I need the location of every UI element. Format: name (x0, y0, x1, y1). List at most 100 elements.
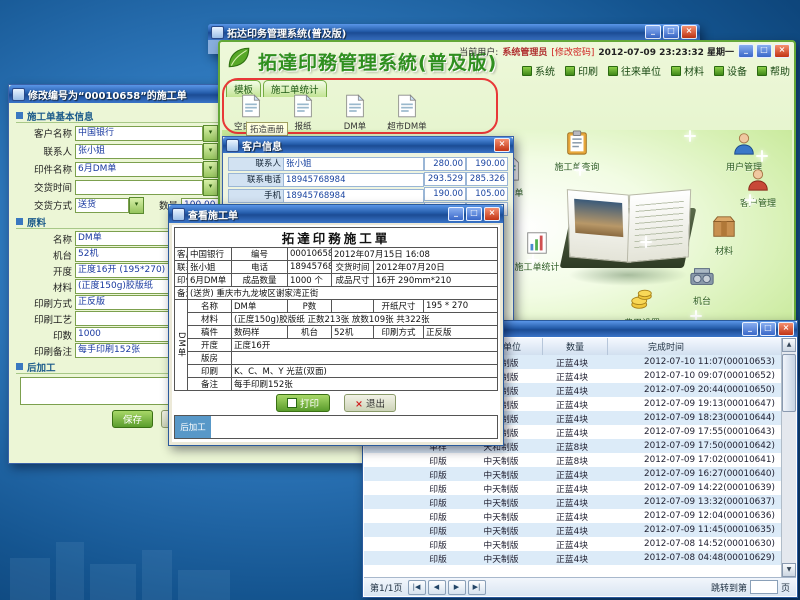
menu-item[interactable]: 帮助 (757, 63, 790, 78)
field-input[interactable]: 张小姐 (75, 144, 203, 159)
dropdown-icon[interactable]: ▾ (203, 143, 218, 160)
menu-item[interactable]: 系统 (522, 63, 555, 78)
field-input[interactable]: 6月DM单 (75, 162, 203, 177)
dropdown-icon[interactable]: ▾ (203, 125, 218, 142)
doc-value: 195 * 270 (424, 300, 498, 313)
maximize-button[interactable]: □ (663, 25, 679, 39)
paper-size-value: 190.00 (424, 187, 466, 201)
column-header[interactable]: 完成时间 (608, 338, 782, 355)
toolbar-item[interactable]: DM单 (332, 94, 378, 132)
cell: 印版 (414, 551, 462, 565)
field-input[interactable]: 18945768984 (284, 173, 424, 187)
desktop-icon[interactable]: 施工单查询 (547, 130, 607, 173)
scrollbar-thumb[interactable] (782, 354, 796, 412)
field-input[interactable]: 张小姐 (284, 157, 424, 171)
table-row[interactable]: 印版中天制版正蓝4块2012-07-09 16:27(00010640) (364, 467, 782, 481)
next-page-button[interactable]: ▶ (448, 580, 466, 595)
menu-label: 设备 (727, 63, 747, 78)
desktop-icon[interactable]: 客户管理 (728, 166, 788, 209)
table-row[interactable]: 印版中天制版正蓝4块2012-07-08 14:52(00010630) (364, 537, 782, 551)
close-button[interactable]: × (494, 138, 510, 152)
minimize-button[interactable]: _ (742, 322, 758, 336)
scroll-down-icon[interactable]: ▼ (782, 563, 796, 577)
toolbar-tooltip: 拓造画册 (246, 122, 288, 136)
doc-value: 1000 个 (288, 274, 332, 287)
toolbar-item[interactable]: 超市DM单 (384, 94, 430, 132)
prev-page-button[interactable]: ◀ (428, 580, 446, 595)
menu-item[interactable]: 材料 (671, 63, 704, 78)
minimize-button[interactable]: _ (645, 25, 661, 39)
chart-icon (507, 230, 567, 260)
cell: 2012-07-09 12:04(00010636) (604, 509, 782, 523)
scroll-up-icon[interactable]: ▲ (782, 338, 796, 352)
titlebar[interactable]: 客户信息 × (223, 137, 513, 153)
close-button[interactable]: × (681, 25, 697, 39)
menu-item[interactable]: 设备 (714, 63, 747, 78)
workorder-table: 拓達印務施工單 客户中国银行编号000106582012年07月15日 16:0… (174, 227, 498, 391)
table-row[interactable]: 印版中天制版正蓝4块2012-07-09 11:45(00010635) (364, 523, 782, 537)
jump-page-input[interactable] (750, 580, 778, 594)
cell: 2012-07-09 19:13(00010647) (604, 397, 782, 411)
close-button[interactable]: × (774, 44, 790, 58)
field-label: 材料 (16, 280, 75, 294)
table-row[interactable]: 印版中天制版正蓝4块2012-07-09 12:04(00010636) (364, 509, 782, 523)
first-page-button[interactable]: |◀ (408, 580, 426, 595)
last-page-button[interactable]: ▶| (468, 580, 486, 595)
menu-item[interactable]: 往来单位 (608, 63, 661, 78)
dropdown-icon[interactable]: ▾ (203, 161, 218, 178)
field-input[interactable]: 中国银行 (75, 126, 203, 141)
pager-bar: 第1/1页 |◀ ◀ ▶ ▶| 跳转到第 页 (364, 577, 796, 596)
doc-label: 联系人 (175, 261, 188, 274)
maximize-button[interactable]: □ (756, 44, 772, 58)
menu-icon (608, 66, 618, 76)
desktop-icon-label: 材料 (694, 244, 754, 257)
cell: 正蓝4块 (540, 523, 604, 537)
menu-icon (522, 66, 532, 76)
maximize-button[interactable]: □ (760, 322, 776, 336)
cell: 中天制版 (462, 509, 540, 523)
table-row[interactable]: 印版中天制版正蓝4块2012-07-08 04:48(00010629) (364, 551, 782, 565)
doc-label: 稿件 (188, 326, 232, 339)
cell: 印版 (414, 523, 462, 537)
cell (364, 453, 414, 467)
column-header[interactable]: 数量 (543, 338, 608, 355)
doc-label: 印刷 (188, 365, 232, 378)
doc-value: (送货) 重庆市九龙坡区谢家湾正街 (188, 287, 498, 300)
field-input[interactable] (75, 180, 203, 195)
dropdown-icon[interactable]: ▾ (129, 197, 144, 214)
field-input[interactable]: 18945768984 (284, 189, 424, 203)
doc-value: 正度16开 (232, 339, 498, 352)
doc-value: K、C、M、Y 光蓝(双面) (232, 365, 498, 378)
desktop-icon[interactable]: 施工单统计 (507, 230, 567, 273)
close-button[interactable]: × (778, 322, 794, 336)
cell (364, 551, 414, 565)
dropdown-icon[interactable]: ▾ (203, 179, 218, 196)
vertical-scrollbar[interactable]: ▲ ▼ (781, 338, 796, 577)
print-button[interactable]: 打印 (276, 394, 330, 412)
maximize-button[interactable]: □ (466, 207, 482, 221)
titlebar[interactable]: 查看施工单 _ □ × (169, 205, 503, 223)
table-row[interactable]: 印版中天制版正蓝8块2012-07-09 17:02(00010641) (364, 453, 782, 467)
desktop-icon[interactable]: 机台 (672, 264, 732, 307)
desktop-icon[interactable]: 材料 (694, 214, 754, 257)
table-row[interactable]: 印版中天制版正蓝4块2012-07-09 14:22(00010639) (364, 481, 782, 495)
money-icon (612, 286, 672, 316)
workorder-document: 拓達印務施工單 客户中国银行编号000106582012年07月15日 16:0… (172, 225, 500, 442)
titlebar[interactable]: 拓达印务管理系统(普及版) _ □ × (208, 24, 700, 40)
doc-label: 印刷方式 (374, 326, 424, 339)
cell: 中天制版 (462, 481, 540, 495)
close-button[interactable]: × (484, 207, 500, 221)
minimize-button[interactable]: _ (738, 44, 754, 58)
app-icon (211, 26, 224, 39)
table-row[interactable]: 印版中天制版正蓝4块2012-07-09 13:32(00010637) (364, 495, 782, 509)
postprocess-label: 后加工 (175, 416, 211, 438)
doc-label: 备注 (175, 287, 188, 300)
change-password-link[interactable]: [修改密码] (551, 45, 594, 58)
menu-item[interactable]: 印刷 (565, 63, 598, 78)
field-input[interactable]: 送货 (75, 198, 129, 213)
save-button[interactable]: 保存 (112, 410, 153, 428)
exit-button[interactable]: ×退出 (344, 394, 396, 412)
minimize-button[interactable]: _ (448, 207, 464, 221)
postprocess-section: 后加工 (174, 415, 498, 439)
cell (364, 537, 414, 551)
